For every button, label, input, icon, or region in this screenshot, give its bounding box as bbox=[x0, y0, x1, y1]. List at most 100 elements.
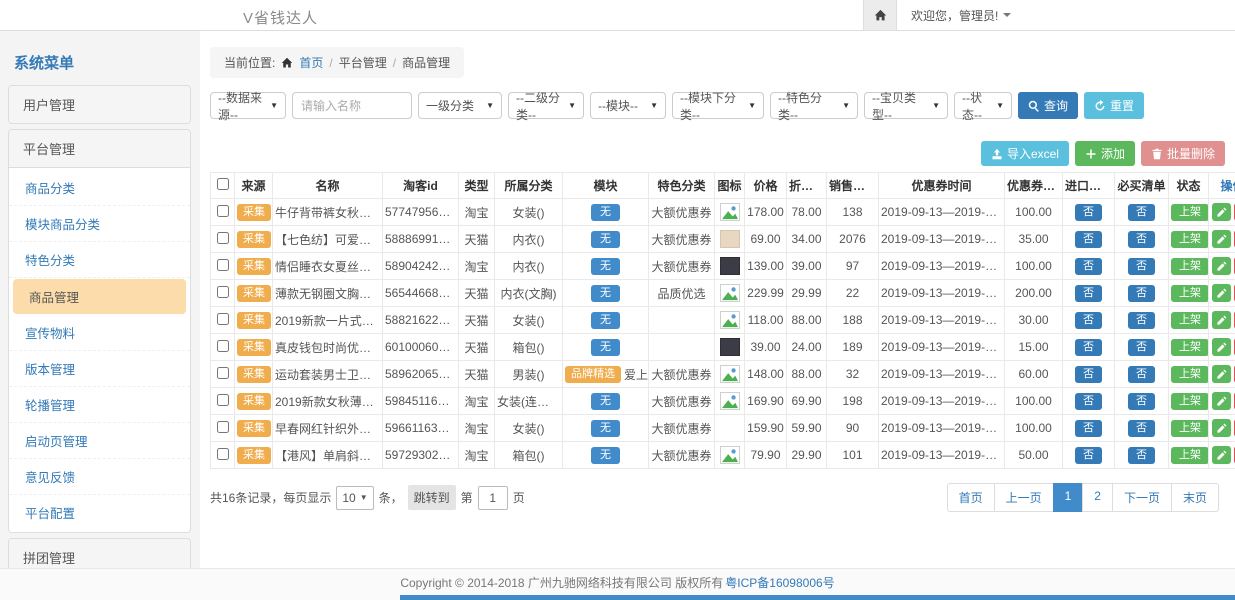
sidebar-subitem[interactable]: 启动页管理 bbox=[9, 423, 190, 459]
edit-button[interactable] bbox=[1212, 311, 1231, 329]
edit-button[interactable] bbox=[1212, 203, 1231, 221]
sidebar-subitem[interactable]: 轮播管理 bbox=[9, 387, 190, 423]
edit-button[interactable] bbox=[1212, 257, 1231, 275]
must-buy-toggle[interactable]: 否 bbox=[1128, 231, 1155, 248]
module-cell: 无 bbox=[563, 388, 649, 415]
select-all-checkbox[interactable] bbox=[217, 178, 229, 190]
module-badge: 品牌精选 bbox=[565, 366, 621, 383]
status-toggle[interactable]: 上架 bbox=[1171, 231, 1209, 248]
import-select-toggle[interactable]: 否 bbox=[1075, 393, 1102, 410]
sidebar-subitem[interactable]: 宣传物料 bbox=[9, 315, 190, 351]
coupon-time: 2019-09-13—2019-09-17 bbox=[879, 388, 1005, 415]
import-select-toggle[interactable]: 否 bbox=[1075, 366, 1102, 383]
must-buy-toggle[interactable]: 否 bbox=[1128, 204, 1155, 221]
row-checkbox[interactable] bbox=[217, 313, 229, 325]
edit-button[interactable] bbox=[1212, 446, 1231, 464]
must-buy-toggle[interactable]: 否 bbox=[1128, 285, 1155, 302]
level1-category-select[interactable]: 一级分类▼ bbox=[418, 92, 502, 119]
module-select[interactable]: --模块--▼ bbox=[590, 92, 666, 119]
sidebar-subitem[interactable]: 商品管理 bbox=[13, 279, 186, 314]
page-button-1[interactable]: 1 bbox=[1053, 483, 1084, 512]
page-button-上一页[interactable]: 上一页 bbox=[994, 483, 1054, 512]
status-toggle[interactable]: 上架 bbox=[1171, 258, 1209, 275]
pencil-icon bbox=[1216, 369, 1227, 380]
sidebar-subitem[interactable]: 版本管理 bbox=[9, 351, 190, 387]
must-buy-toggle[interactable]: 否 bbox=[1128, 339, 1155, 356]
status-cell: 上架 bbox=[1169, 226, 1209, 253]
product-type: 天猫 bbox=[459, 307, 495, 334]
status-toggle[interactable]: 上架 bbox=[1171, 339, 1209, 356]
row-checkbox[interactable] bbox=[217, 232, 229, 244]
edit-button[interactable] bbox=[1212, 230, 1231, 248]
icp-link[interactable]: 粤ICP备16098006号 bbox=[725, 574, 834, 591]
edit-button[interactable] bbox=[1212, 365, 1231, 383]
status-toggle[interactable]: 上架 bbox=[1171, 420, 1209, 437]
feature-category-select[interactable]: --特色分类--▼ bbox=[770, 92, 858, 119]
jump-page-input[interactable] bbox=[478, 486, 508, 510]
item-type-select[interactable]: --宝贝类型--▼ bbox=[864, 92, 948, 119]
must-buy-toggle[interactable]: 否 bbox=[1128, 258, 1155, 275]
name-search-input[interactable] bbox=[292, 92, 412, 119]
row-checkbox[interactable] bbox=[217, 367, 229, 379]
import-select-toggle[interactable]: 否 bbox=[1075, 258, 1102, 275]
batch-delete-button[interactable]: 批量删除 bbox=[1141, 141, 1225, 166]
import-select-toggle[interactable]: 否 bbox=[1075, 420, 1102, 437]
edit-button[interactable] bbox=[1212, 419, 1231, 437]
home-button[interactable] bbox=[863, 0, 897, 30]
sidebar-subitem[interactable]: 特色分类 bbox=[9, 242, 190, 278]
row-checkbox[interactable] bbox=[217, 394, 229, 406]
row-checkbox[interactable] bbox=[217, 259, 229, 271]
sidebar-item-1[interactable]: 平台管理 bbox=[9, 130, 190, 167]
must-buy-toggle[interactable]: 否 bbox=[1128, 447, 1155, 464]
data-source-select[interactable]: --数据来源--▼ bbox=[210, 92, 286, 119]
page-button-首页[interactable]: 首页 bbox=[947, 483, 995, 512]
sidebar-item-0[interactable]: 用户管理 bbox=[9, 86, 190, 123]
status-toggle[interactable]: 上架 bbox=[1171, 312, 1209, 329]
row-checkbox[interactable] bbox=[217, 205, 229, 217]
status-toggle[interactable]: 上架 bbox=[1171, 393, 1209, 410]
import-select-toggle[interactable]: 否 bbox=[1075, 339, 1102, 356]
edit-button[interactable] bbox=[1212, 338, 1231, 356]
sidebar-panel: 平台管理商品分类模块商品分类特色分类商品管理宣传物料版本管理轮播管理启动页管理意… bbox=[8, 129, 191, 533]
import-select-toggle[interactable]: 否 bbox=[1075, 231, 1102, 248]
import-select-toggle[interactable]: 否 bbox=[1075, 204, 1102, 221]
sidebar-subitem[interactable]: 模块商品分类 bbox=[9, 206, 190, 242]
edit-button[interactable] bbox=[1212, 284, 1231, 302]
sidebar-subitem[interactable]: 商品分类 bbox=[9, 170, 190, 206]
user-menu[interactable]: 欢迎您，管理员! bbox=[911, 7, 1011, 24]
row-checkbox[interactable] bbox=[217, 286, 229, 298]
edit-button[interactable] bbox=[1212, 392, 1231, 410]
page-button-末页[interactable]: 末页 bbox=[1171, 483, 1219, 512]
coupon-amount: 100.00 bbox=[1005, 253, 1063, 280]
search-button[interactable]: 查询 bbox=[1018, 92, 1078, 119]
status-toggle[interactable]: 上架 bbox=[1171, 204, 1209, 221]
must-buy-toggle[interactable]: 否 bbox=[1128, 393, 1155, 410]
row-checkbox[interactable] bbox=[217, 448, 229, 460]
per-page-select[interactable]: 10 ▼ bbox=[336, 486, 373, 510]
import-select-toggle[interactable]: 否 bbox=[1075, 447, 1102, 464]
add-button[interactable]: 添加 bbox=[1075, 141, 1135, 166]
status-toggle[interactable]: 上架 bbox=[1171, 366, 1209, 383]
module-subcategory-select[interactable]: --模块下分类--▼ bbox=[672, 92, 764, 119]
breadcrumb-home-link[interactable]: 首页 bbox=[299, 54, 323, 71]
must-buy-toggle[interactable]: 否 bbox=[1128, 366, 1155, 383]
level2-category-select[interactable]: --二级分类--▼ bbox=[508, 92, 584, 119]
row-checkbox[interactable] bbox=[217, 340, 229, 352]
sidebar-subitem[interactable]: 平台配置 bbox=[9, 495, 190, 530]
sidebar-subitem[interactable]: 意见反馈 bbox=[9, 459, 190, 495]
pencil-icon bbox=[1216, 342, 1227, 353]
status-toggle[interactable]: 上架 bbox=[1171, 285, 1209, 302]
product-type: 淘宝 bbox=[459, 442, 495, 469]
reset-button[interactable]: 重置 bbox=[1084, 92, 1144, 119]
must-buy-toggle[interactable]: 否 bbox=[1128, 312, 1155, 329]
page-button-2[interactable]: 2 bbox=[1082, 483, 1113, 512]
jump-to-button[interactable]: 跳转到 bbox=[408, 485, 456, 510]
row-checkbox[interactable] bbox=[217, 421, 229, 433]
must-buy-toggle[interactable]: 否 bbox=[1128, 420, 1155, 437]
status-toggle[interactable]: 上架 bbox=[1171, 447, 1209, 464]
import-select-toggle[interactable]: 否 bbox=[1075, 285, 1102, 302]
import-excel-button[interactable]: 导入excel bbox=[981, 141, 1069, 166]
status-select[interactable]: --状态--▼ bbox=[954, 92, 1012, 119]
page-button-下一页[interactable]: 下一页 bbox=[1112, 483, 1172, 512]
import-select-toggle[interactable]: 否 bbox=[1075, 312, 1102, 329]
